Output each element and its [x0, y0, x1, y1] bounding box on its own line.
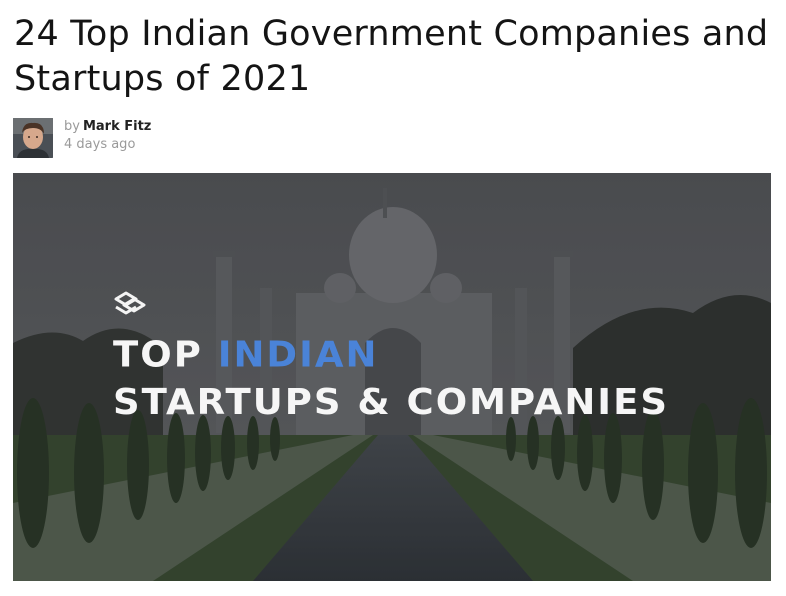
hero-headline: TOP INDIAN STARTUPS & COMPANIES	[113, 330, 669, 425]
hero-line-2: STARTUPS & COMPANIES	[113, 380, 669, 423]
byline-prefix: by	[64, 119, 80, 134]
avatar-portrait	[13, 118, 53, 158]
author-byline: by Mark Fitz 4 days ago	[13, 118, 151, 160]
article-title: 24 Top Indian Government Companies and S…	[14, 14, 769, 99]
hero-line-1-accent: INDIAN	[217, 333, 379, 376]
logo-mark-icon	[114, 291, 146, 315]
published-time: 4 days ago	[64, 137, 136, 152]
hero-line-1-part-1: TOP	[113, 333, 203, 376]
hero-image[interactable]: TOP INDIAN STARTUPS & COMPANIES	[13, 173, 771, 581]
author-name-link[interactable]: Mark Fitz	[83, 119, 151, 134]
hero-line-1: TOP INDIAN	[113, 330, 669, 378]
author-avatar[interactable]	[13, 118, 53, 158]
